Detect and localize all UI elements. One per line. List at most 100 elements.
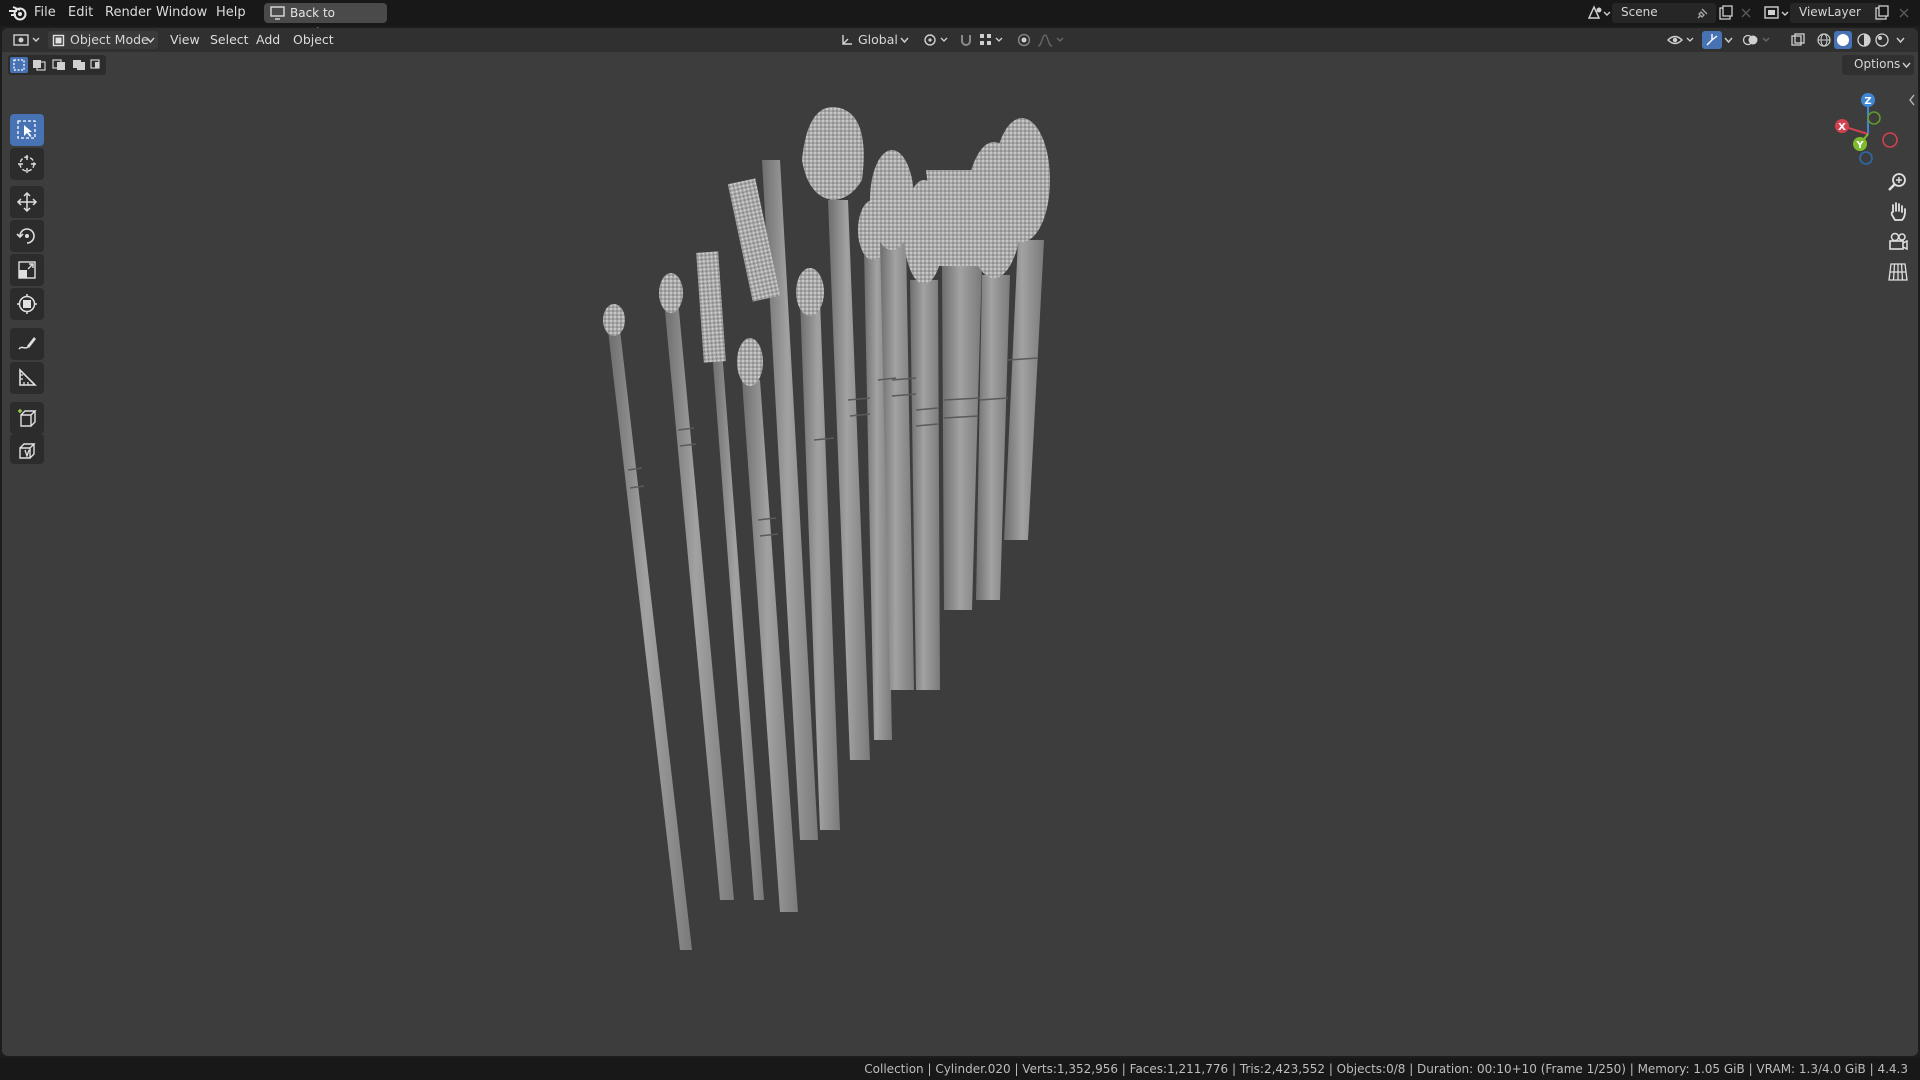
solid-shading-button[interactable] [1834, 31, 1852, 49]
brush-handle [976, 275, 1010, 600]
move-tool[interactable] [10, 186, 44, 218]
delete-scene-icon[interactable] [1740, 7, 1752, 19]
add-primitive-tool[interactable] [10, 434, 44, 464]
shading-options-chevron-icon[interactable] [1896, 37, 1905, 44]
brush-tip [659, 273, 683, 313]
material-shading-icon[interactable] [1856, 32, 1872, 48]
view-layer-field[interactable]: ViewLayer [1790, 3, 1882, 23]
mode-label: Object Mode [70, 32, 149, 47]
menu-object[interactable]: Object [293, 31, 334, 49]
falloff-curve-icon[interactable] [1036, 32, 1066, 48]
select-new-icon [13, 59, 25, 71]
select-extend-icon[interactable] [32, 59, 46, 71]
annotate-tool[interactable] [10, 328, 44, 360]
brush-set-model[interactable] [572, 98, 1072, 998]
measure-tool[interactable] [10, 362, 44, 394]
status-info: Collection | Cylinder.020 | Verts:1,352,… [864, 1062, 1908, 1076]
select-subtract-icon[interactable] [52, 59, 66, 71]
select-invert-icon[interactable] [72, 59, 86, 71]
spoolie-tip [696, 251, 726, 363]
brush-tip [603, 304, 625, 336]
new-view-layer-icon[interactable] [1874, 5, 1890, 21]
annotate-icon [18, 337, 36, 350]
rotate-tool[interactable] [10, 220, 44, 252]
menu-render[interactable]: Render [105, 4, 151, 22]
3d-viewport[interactable]: Object Mode View Select Add Object Globa… [2, 28, 1918, 1056]
rendered-shading-icon[interactable] [1874, 32, 1890, 48]
menu-file[interactable]: File [34, 4, 56, 22]
select-box-icon [17, 120, 36, 139]
cursor-icon [18, 155, 36, 173]
pan-hand-icon[interactable] [1886, 200, 1910, 224]
gizmo-toggle-button[interactable] [1702, 31, 1722, 49]
camera-view-icon[interactable] [1886, 230, 1910, 254]
chevron-down-icon [146, 37, 155, 44]
brush-tip [737, 338, 763, 386]
options-dropdown[interactable]: Options [1842, 55, 1914, 75]
xray-toggle-icon[interactable] [1790, 32, 1806, 48]
visibility-eye-icon[interactable] [1666, 32, 1696, 48]
menu-window[interactable]: Window [156, 4, 207, 22]
scene-icon[interactable] [1586, 4, 1612, 22]
rotate-icon [16, 228, 35, 244]
new-scene-icon[interactable] [1718, 5, 1734, 21]
proportional-editing-icon[interactable] [1016, 32, 1032, 48]
status-bar: Collection | Cylinder.020 | Verts:1,352,… [0, 1058, 1920, 1080]
menu-add[interactable]: Add [256, 31, 280, 49]
cursor-tool[interactable] [10, 148, 44, 180]
blender-logo-icon[interactable] [8, 4, 28, 22]
perspective-grid-icon[interactable] [1886, 260, 1910, 284]
menu-edit[interactable]: Edit [68, 4, 93, 22]
snap-toggle-icon[interactable] [958, 32, 974, 48]
view-layer-icon[interactable] [1762, 4, 1790, 22]
scale-tool[interactable] [10, 254, 44, 286]
navigation-gizmo[interactable]: Z X Y [1828, 88, 1908, 168]
snap-target-icon[interactable] [978, 32, 1006, 48]
add-cube-tool[interactable] [10, 402, 44, 434]
zoom-icon[interactable] [1886, 170, 1910, 194]
brush-tip [796, 268, 824, 316]
add-cube-icon [18, 409, 37, 427]
scene-name-field[interactable]: Scene [1612, 3, 1716, 23]
gizmo-icon [1706, 34, 1718, 46]
brush-handle [910, 280, 940, 690]
scene-name: Scene [1621, 5, 1658, 19]
menu-select[interactable]: Select [210, 31, 249, 49]
brush-handle [828, 200, 870, 760]
solid-shading-icon [1837, 34, 1849, 46]
gizmo-z-label: Z [1864, 96, 1871, 107]
select-box-tool[interactable] [10, 114, 44, 146]
transform-tool[interactable] [10, 288, 44, 320]
brush-handle [1004, 240, 1044, 540]
pin-icon[interactable] [1696, 6, 1710, 20]
pivot-point-icon[interactable] [922, 32, 950, 48]
menu-help[interactable]: Help [216, 4, 246, 22]
gizmo-y-label: Y [1855, 140, 1864, 151]
orientation-label: Global [858, 32, 898, 47]
brush-tip [802, 107, 864, 200]
mode-dropdown[interactable]: Object Mode [48, 31, 158, 49]
orientation-dropdown[interactable]: Global [836, 31, 912, 49]
orientation-axes-icon [842, 35, 852, 45]
select-intersect-icon[interactable] [90, 59, 104, 71]
select-new-button[interactable] [10, 57, 28, 73]
overlays-icon[interactable] [1742, 32, 1772, 48]
wireframe-shading-icon[interactable] [1816, 32, 1832, 48]
menu-view[interactable]: View [170, 31, 200, 49]
back-to-previous-button[interactable]: Back to Previous [264, 3, 387, 40]
tool-shelf [8, 84, 48, 464]
chevron-down-icon [1902, 62, 1911, 69]
measure-icon [19, 368, 37, 386]
sidebar-toggle-icon[interactable] [1908, 94, 1916, 106]
screen-icon [270, 6, 285, 20]
chevron-down-icon [900, 37, 909, 44]
top-bar: File Edit Render Window Help Back to Pre… [0, 0, 1920, 40]
view-layer-name: ViewLayer [1799, 5, 1861, 19]
editor-type-icon[interactable] [12, 31, 42, 49]
chevron-down-icon[interactable] [1724, 37, 1733, 44]
transform-icon [17, 294, 37, 314]
delete-view-layer-icon[interactable] [1898, 7, 1910, 19]
scale-icon [18, 261, 36, 279]
gizmo-x-label: X [1838, 122, 1846, 133]
move-icon [16, 191, 38, 213]
